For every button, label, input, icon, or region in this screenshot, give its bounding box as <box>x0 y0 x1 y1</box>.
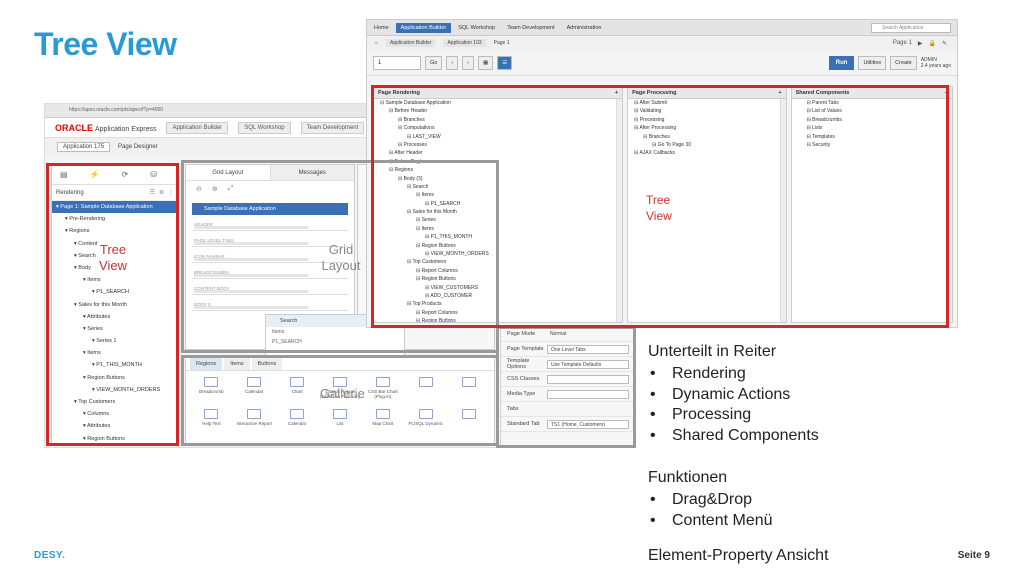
list-item: Content Menü <box>648 511 988 532</box>
go-button[interactable]: Go <box>425 55 443 70</box>
page-indicator: Page 1 <box>892 39 912 46</box>
list-item: Shared Components <box>648 426 988 447</box>
grid-view-icon[interactable]: ▦ <box>478 55 494 70</box>
list-item: Rendering <box>648 364 988 385</box>
tab-application-builder[interactable]: Application Builder <box>166 121 229 134</box>
tab-sql-workshop[interactable]: SQL Workshop <box>238 121 291 134</box>
application-selector[interactable]: Application 175 <box>57 142 111 152</box>
prev-page-icon[interactable]: ‹ <box>446 55 459 70</box>
list-item: Processing <box>648 405 988 426</box>
desy-logo: DESY. <box>34 550 66 561</box>
breadcrumb: ⌂ Application Builder Application 103 Pa… <box>367 36 957 50</box>
breadcrumb-page: Page 1 <box>493 40 510 46</box>
highlight-properties <box>496 326 636 448</box>
run-button[interactable]: Run <box>828 55 855 70</box>
tab-team-development[interactable]: Team Development <box>300 121 365 134</box>
tab-team-development[interactable]: Team Development <box>502 23 559 33</box>
designer-label: Page Designer <box>118 144 158 150</box>
tree-view-icon[interactable]: ☰ <box>497 55 513 70</box>
oracle-logo: ORACLE Application Express <box>55 122 157 133</box>
utilities-menu[interactable]: Utilities <box>858 55 887 70</box>
notes-block: Unterteilt in Reiter RenderingDynamic Ac… <box>648 342 988 564</box>
tab-home[interactable]: Home <box>369 23 394 33</box>
wrench-icon[interactable]: ✎ <box>942 40 947 47</box>
notes-list-functions: Drag&DropContent Menü <box>648 490 988 531</box>
page-number-input[interactable]: 1 <box>373 55 421 70</box>
list-item: Dynamic Actions <box>648 385 988 406</box>
search-application-input[interactable]: Search Application <box>871 22 951 33</box>
tab-sql-workshop[interactable]: SQL Workshop <box>453 23 500 33</box>
notes-element-property: Element-Property Ansicht <box>648 547 829 564</box>
label-tree-view-right: Tree View <box>646 193 672 223</box>
last-updated-info: ADMIN 2.4 years ago <box>920 56 951 69</box>
label-tree-view-left: Tree View <box>99 242 127 273</box>
notes-list-tabs: RenderingDynamic ActionsProcessingShared… <box>648 364 988 446</box>
breadcrumb-application[interactable]: Application 103 <box>443 39 486 47</box>
play-icon[interactable]: ▶ <box>918 40 923 47</box>
breadcrumb-application-builder[interactable]: Application Builder <box>386 39 436 47</box>
slide-title: Tree View <box>34 26 177 62</box>
home-icon[interactable]: ⌂ <box>375 40 378 46</box>
tab-administration[interactable]: Administration <box>562 23 607 33</box>
lock-icon[interactable]: 🔒 <box>928 40 935 47</box>
label-gallery: Gallerie <box>320 386 365 401</box>
page-toolbar: 1 Go ‹ › ▦ ☰ Run Utilities Create ADMIN 2… <box>367 50 957 76</box>
next-page-icon[interactable]: › <box>462 55 475 70</box>
create-menu[interactable]: Create <box>890 55 917 70</box>
highlight-tree-view-left <box>46 163 179 446</box>
notes-heading-functions: Funktionen <box>648 469 728 486</box>
tab-application-builder[interactable]: Application Builder <box>395 22 452 33</box>
list-item: Drag&Drop <box>648 490 988 511</box>
notes-heading-tabs: Unterteilt in Reiter <box>648 343 777 360</box>
apex-nav-tabs: Home Application Builder SQL Workshop Te… <box>367 20 957 36</box>
page-number: Seite 9 <box>957 550 990 561</box>
label-grid-layout: Grid Layout <box>321 242 361 273</box>
